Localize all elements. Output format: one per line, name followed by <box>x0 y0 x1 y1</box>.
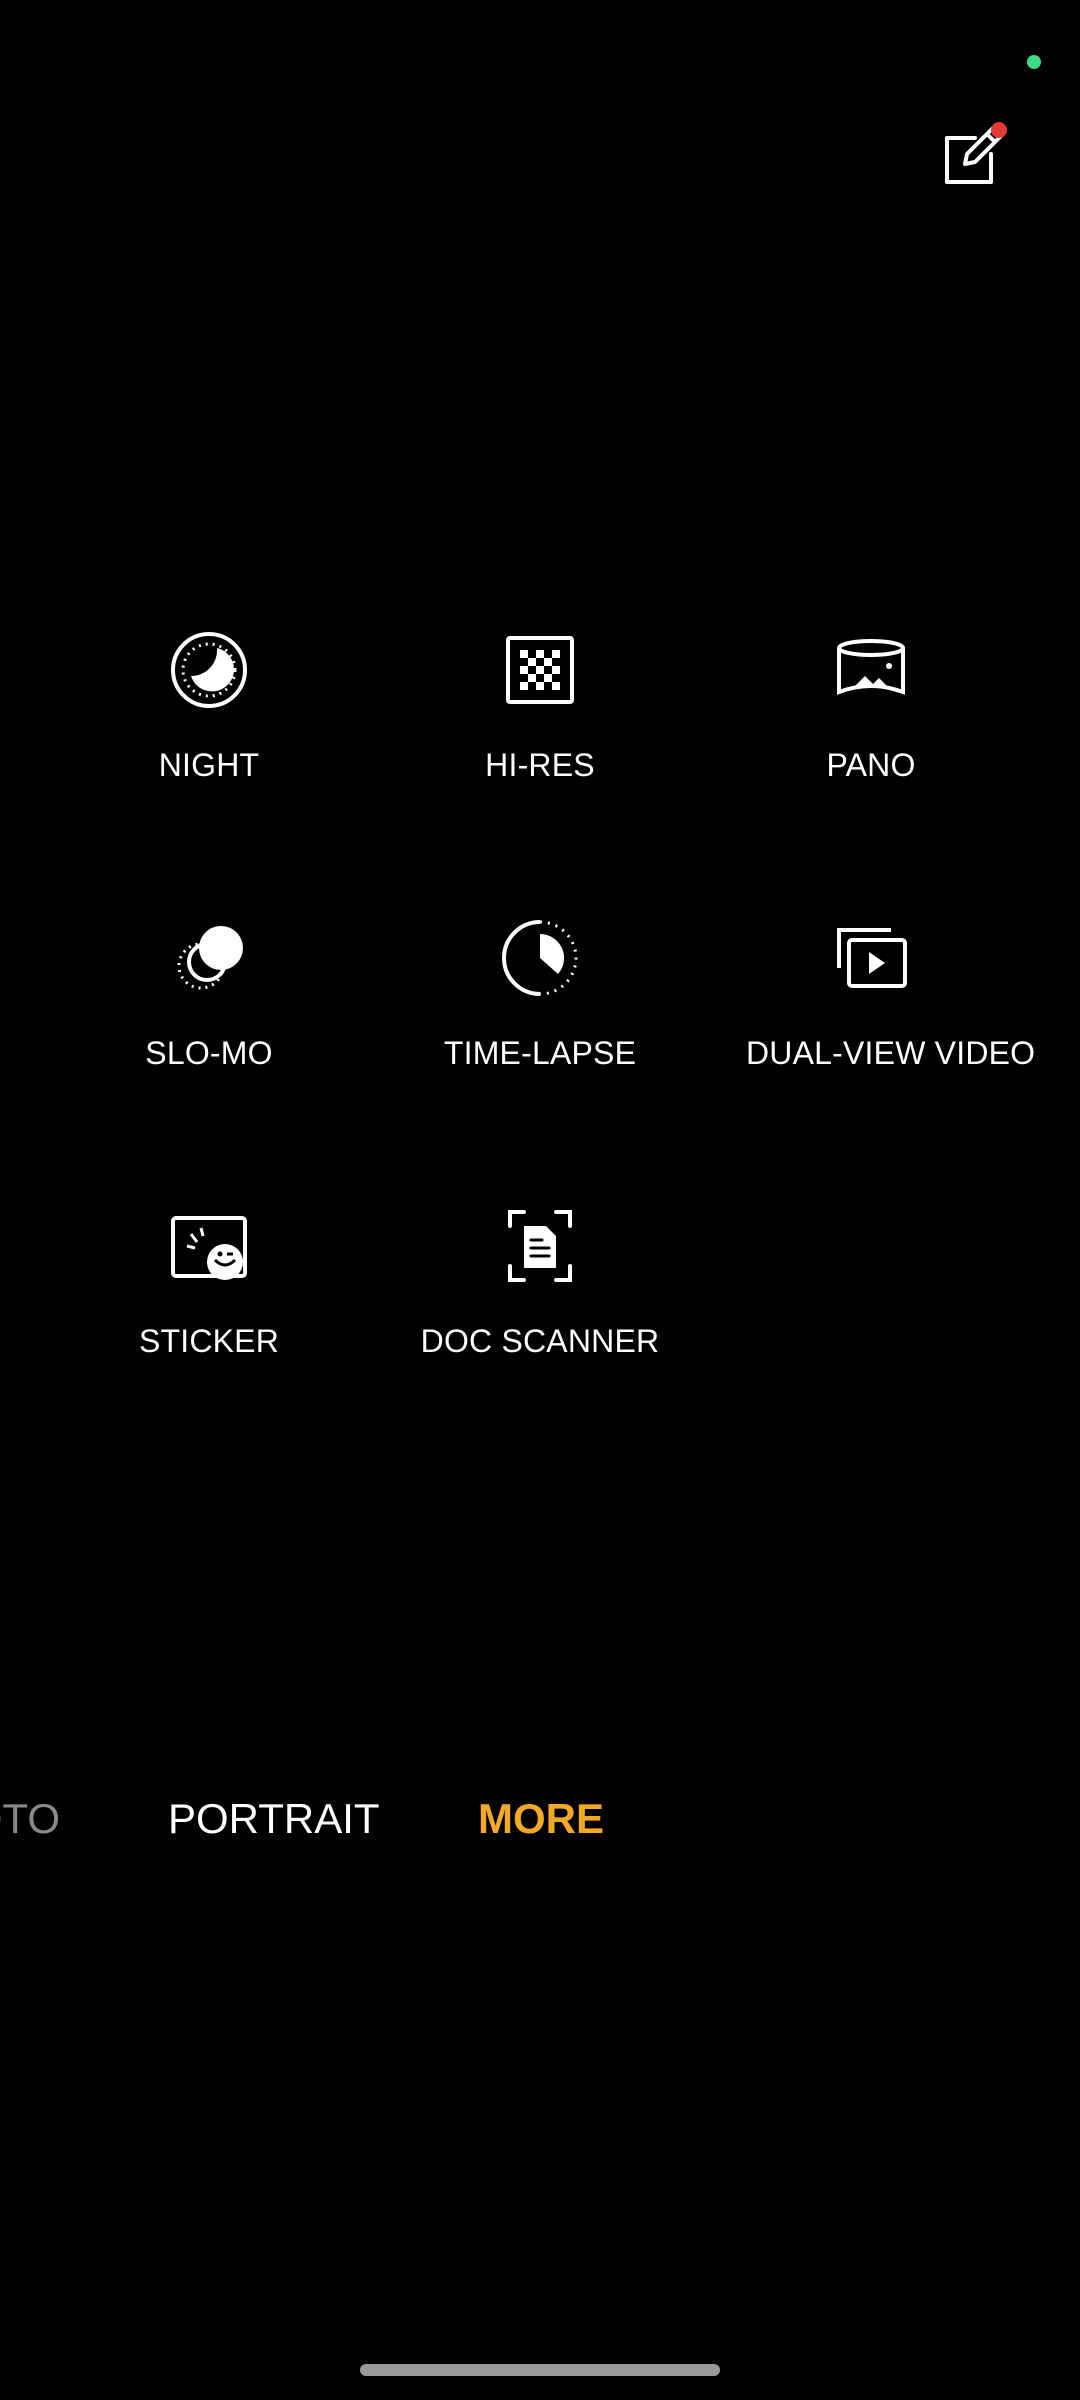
mode-tab-portrait[interactable]: PORTRAIT <box>168 1795 380 1843</box>
mode-label: PANO <box>826 747 916 783</box>
notification-dot <box>991 122 1007 138</box>
mode-label: DOC SCANNER <box>420 1323 660 1359</box>
mode-label: STICKER <box>138 1323 280 1359</box>
mode-sticker[interactable]: STICKER <box>44 1206 374 1386</box>
mode-label: NIGHT <box>158 747 260 783</box>
mode-label: TIME-LAPSE <box>443 1035 637 1071</box>
mode-doc-scanner[interactable]: DOC SCANNER <box>375 1206 705 1386</box>
sticker-icon <box>169 1206 249 1286</box>
time-lapse-icon <box>500 918 580 998</box>
mode-label: DUAL-VIEW VIDEO <box>746 1035 1036 1071</box>
mode-pano[interactable]: PANO <box>706 630 1036 810</box>
document-scanner-icon <box>500 1206 580 1286</box>
slow-motion-icon <box>169 918 249 998</box>
dual-view-video-icon <box>831 918 911 998</box>
mode-label: SLO-MO <box>145 1035 273 1071</box>
mode-hi-res[interactable]: HI-RES <box>375 630 705 810</box>
home-indicator-bar[interactable] <box>360 2364 720 2376</box>
moon-icon <box>169 630 249 710</box>
camera-more-modes-screen: NIGHT HI-RES PANO SLO-MO TIME-LAPSE DUAL… <box>0 0 1080 2400</box>
camera-mode-selector: PHOTO PORTRAIT MORE <box>0 1795 1080 1865</box>
mode-slo-mo[interactable]: SLO-MO <box>44 918 374 1098</box>
mode-time-lapse[interactable]: TIME-LAPSE <box>375 918 705 1098</box>
privacy-indicator-dot <box>1027 55 1041 69</box>
mode-night[interactable]: NIGHT <box>44 630 374 810</box>
panorama-icon <box>831 630 911 710</box>
mode-tab-photo[interactable]: PHOTO <box>0 1795 60 1843</box>
mode-dual-view-video[interactable]: DUAL-VIEW VIDEO <box>706 918 1036 1098</box>
mode-label: HI-RES <box>485 747 595 783</box>
edit-modes-button[interactable] <box>937 120 1009 192</box>
mode-tab-more[interactable]: MORE <box>478 1795 604 1843</box>
hi-res-grid-icon <box>500 630 580 710</box>
